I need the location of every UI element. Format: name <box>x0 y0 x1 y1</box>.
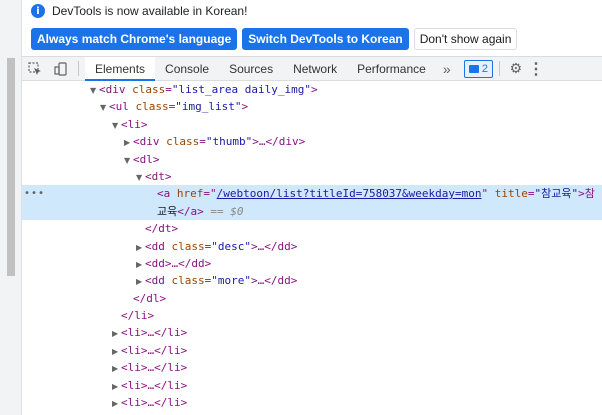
dom-node-a-selected-continued[interactable]: 교육</a> == $0 <box>22 202 602 221</box>
settings-gear-icon[interactable]: ⚙ <box>506 60 526 77</box>
infobar-actions: Always match Chrome's language Switch De… <box>31 28 518 50</box>
toolbar-divider <box>78 61 79 76</box>
expanded-triangle-icon[interactable]: ▼ <box>112 117 121 134</box>
collapsed-triangle-icon[interactable]: ▶ <box>136 239 145 256</box>
dom-node-li-collapsed[interactable]: ▶<li>…</li> <box>22 342 602 359</box>
inspect-element-icon[interactable] <box>22 57 48 80</box>
collapsed-triangle-icon[interactable]: ▶ <box>112 395 121 412</box>
dom-node-li[interactable]: ▼ <li> <box>22 116 602 133</box>
switch-to-korean-button[interactable]: Switch DevTools to Korean <box>242 28 409 50</box>
language-infobar: i DevTools is now available in Korean! A… <box>22 0 602 56</box>
dom-node-dl-close[interactable]: </dl> <box>22 290 602 307</box>
device-toolbar-icon[interactable] <box>48 57 74 80</box>
dom-node-li-collapsed[interactable]: ▶<li>…</li> <box>22 359 602 376</box>
dom-node-dt[interactable]: ▼ <dt> <box>22 168 602 185</box>
infobar-message-row: i DevTools is now available in Korean! <box>31 4 247 18</box>
dom-node-ul-img-list[interactable]: ▼ <ul class="img_list"> <box>22 98 602 115</box>
collapsed-triangle-icon[interactable]: ▶ <box>112 360 121 377</box>
collapsed-triangle-icon[interactable]: ▶ <box>136 256 145 273</box>
page-scrollbar-thumb[interactable] <box>7 58 15 276</box>
dom-node-li-collapsed[interactable]: ▶<li>…</li> <box>22 377 602 394</box>
collapsed-triangle-icon[interactable]: ▶ <box>112 378 121 395</box>
issues-badge[interactable]: 2 <box>463 59 493 78</box>
more-tabs-chevron-icon[interactable]: » <box>436 61 458 77</box>
always-match-language-button[interactable]: Always match Chrome's language <box>31 28 238 50</box>
dom-node-dd-more[interactable]: ▶ <dd class="more">…</dd> <box>22 272 602 289</box>
expanded-triangle-icon[interactable]: ▼ <box>136 169 145 186</box>
expanded-triangle-icon[interactable]: ▼ <box>100 99 109 116</box>
tab-sources[interactable]: Sources <box>219 57 283 80</box>
tab-performance[interactable]: Performance <box>347 57 436 80</box>
collapsed-triangle-icon[interactable]: ▶ <box>112 343 121 360</box>
tab-elements[interactable]: Elements <box>85 57 156 81</box>
customize-menu-icon[interactable]: ⋮ <box>526 59 546 79</box>
elements-dom-tree: ▼ <div class="list_area daily_img"> ▼ <ul … <box>22 81 602 415</box>
expanded-triangle-icon[interactable]: ▼ <box>90 82 99 99</box>
message-icon <box>468 64 479 73</box>
toolbar-divider <box>498 61 500 76</box>
href-link[interactable]: /webtoon/list?titleId=758037&weekday=mon <box>217 187 482 200</box>
collapsed-triangle-icon[interactable]: ▶ <box>124 134 133 151</box>
dom-node-div-list-area[interactable]: ▼ <div class="list_area daily_img"> <box>22 81 602 98</box>
collapsed-triangle-icon[interactable]: ▶ <box>112 325 121 342</box>
expanded-triangle-icon[interactable]: ▼ <box>124 152 133 169</box>
devtools-tabbar: Elements Console Sources Network Perform… <box>22 56 602 81</box>
tab-network[interactable]: Network <box>283 57 347 80</box>
info-icon: i <box>31 4 45 18</box>
dom-node-li-collapsed[interactable]: ▶<li>…</li> <box>22 394 602 411</box>
dom-node-dd-desc[interactable]: ▶ <dd class="desc">…</dd> <box>22 238 602 255</box>
collapsed-triangle-icon[interactable]: ▶ <box>136 273 145 290</box>
dom-node-a-selected[interactable]: ••• <a href="/webtoon/list?titleId=75803… <box>22 185 602 203</box>
dom-node-li-collapsed[interactable]: ▶<li>…</li> <box>22 324 602 341</box>
dom-node-dt-close[interactable]: </dt> <box>22 220 602 237</box>
dom-node-dl[interactable]: ▼ <dl> <box>22 151 602 168</box>
node-actions-ellipsis-icon[interactable]: ••• <box>24 185 45 202</box>
dont-show-again-button[interactable]: Don't show again <box>413 28 518 50</box>
selected-node-var: $0 <box>230 204 244 218</box>
page-scrollbar[interactable] <box>0 0 22 415</box>
issues-count: 2 <box>481 62 488 75</box>
infobar-message: DevTools is now available in Korean! <box>52 4 248 18</box>
tab-console[interactable]: Console <box>155 57 219 80</box>
dom-node-dd[interactable]: ▶ <dd>…</dd> <box>22 255 602 272</box>
dom-node-div-thumb[interactable]: ▶ <div class="thumb">…</div> <box>22 133 602 150</box>
dom-node-li-collapsed[interactable]: ▶<li>…</li> <box>22 411 602 415</box>
dom-node-li-close[interactable]: </li> <box>22 307 602 324</box>
devtools-panel: i DevTools is now available in Korean! A… <box>22 0 602 415</box>
